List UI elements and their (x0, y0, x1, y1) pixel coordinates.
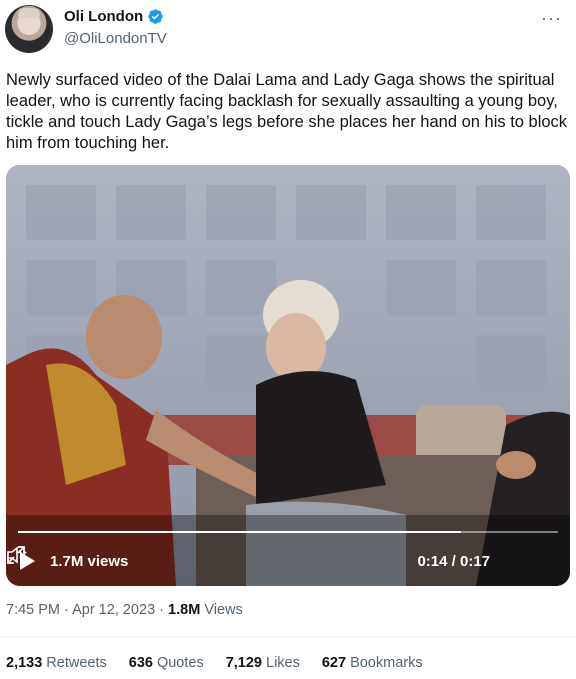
divider (0, 636, 576, 637)
author-name-row: Oli London (64, 8, 164, 25)
video-controls: 1.7M views 0:14 / 0:17 (6, 545, 570, 579)
stat-likes[interactable]: 7,129 Likes (226, 655, 300, 671)
more-options-icon[interactable]: ··· (541, 8, 562, 29)
stat-bookmarks-count: 627 (321, 655, 347, 671)
tweet-text: Newly surfaced video of the Dalai Lama a… (6, 71, 568, 152)
video-frame (6, 165, 570, 586)
meta-separator-2: · (155, 602, 169, 618)
meta-separator: · (60, 602, 73, 618)
stat-retweets-count: 2,133 (6, 655, 43, 671)
stat-bookmarks[interactable]: 627 Bookmarks (322, 655, 423, 671)
tweet-meta: 7:45 PM · Apr 12, 2023 · 1.8M Views (6, 602, 243, 618)
video-progress-fill (18, 531, 461, 533)
verified-badge-icon (148, 9, 163, 24)
tweet-views-label: Views (204, 602, 243, 618)
video-views-label: 1.7M views (50, 553, 129, 570)
stat-quotes-count: 636 (128, 655, 153, 671)
stat-retweets-label: Retweets (46, 655, 107, 671)
fullscreen-icon[interactable] (6, 545, 26, 565)
tweet-stats: 2,133 Retweets 636 Quotes 7,129 Likes 627 Bo… (6, 655, 445, 671)
display-name[interactable]: Oli London (64, 8, 143, 25)
video-progress-track[interactable] (18, 531, 558, 533)
stat-retweets[interactable]: 2,133 Retweets (6, 655, 107, 671)
video-time-label: 0:14 / 0:17 (417, 553, 490, 570)
stat-quotes-label: Quotes (156, 655, 204, 671)
video-player[interactable]: 1.7M views 0:14 / 0:17 (6, 165, 570, 586)
author-handle[interactable]: @OliLondonTV (64, 30, 167, 47)
stat-quotes[interactable]: 636 Quotes (129, 655, 204, 671)
tweet-time[interactable]: 7:45 PM (6, 602, 60, 618)
stat-likes-count: 7,129 (225, 655, 262, 671)
stat-bookmarks-label: Bookmarks (350, 655, 423, 671)
tweet-date[interactable]: Apr 12, 2023 (72, 602, 155, 618)
avatar[interactable] (5, 5, 53, 53)
stat-likes-label: Likes (266, 655, 300, 671)
tweet-header: Oli London @OliLondonTV ··· (0, 0, 576, 64)
tweet-views-count: 1.8M (168, 602, 201, 618)
